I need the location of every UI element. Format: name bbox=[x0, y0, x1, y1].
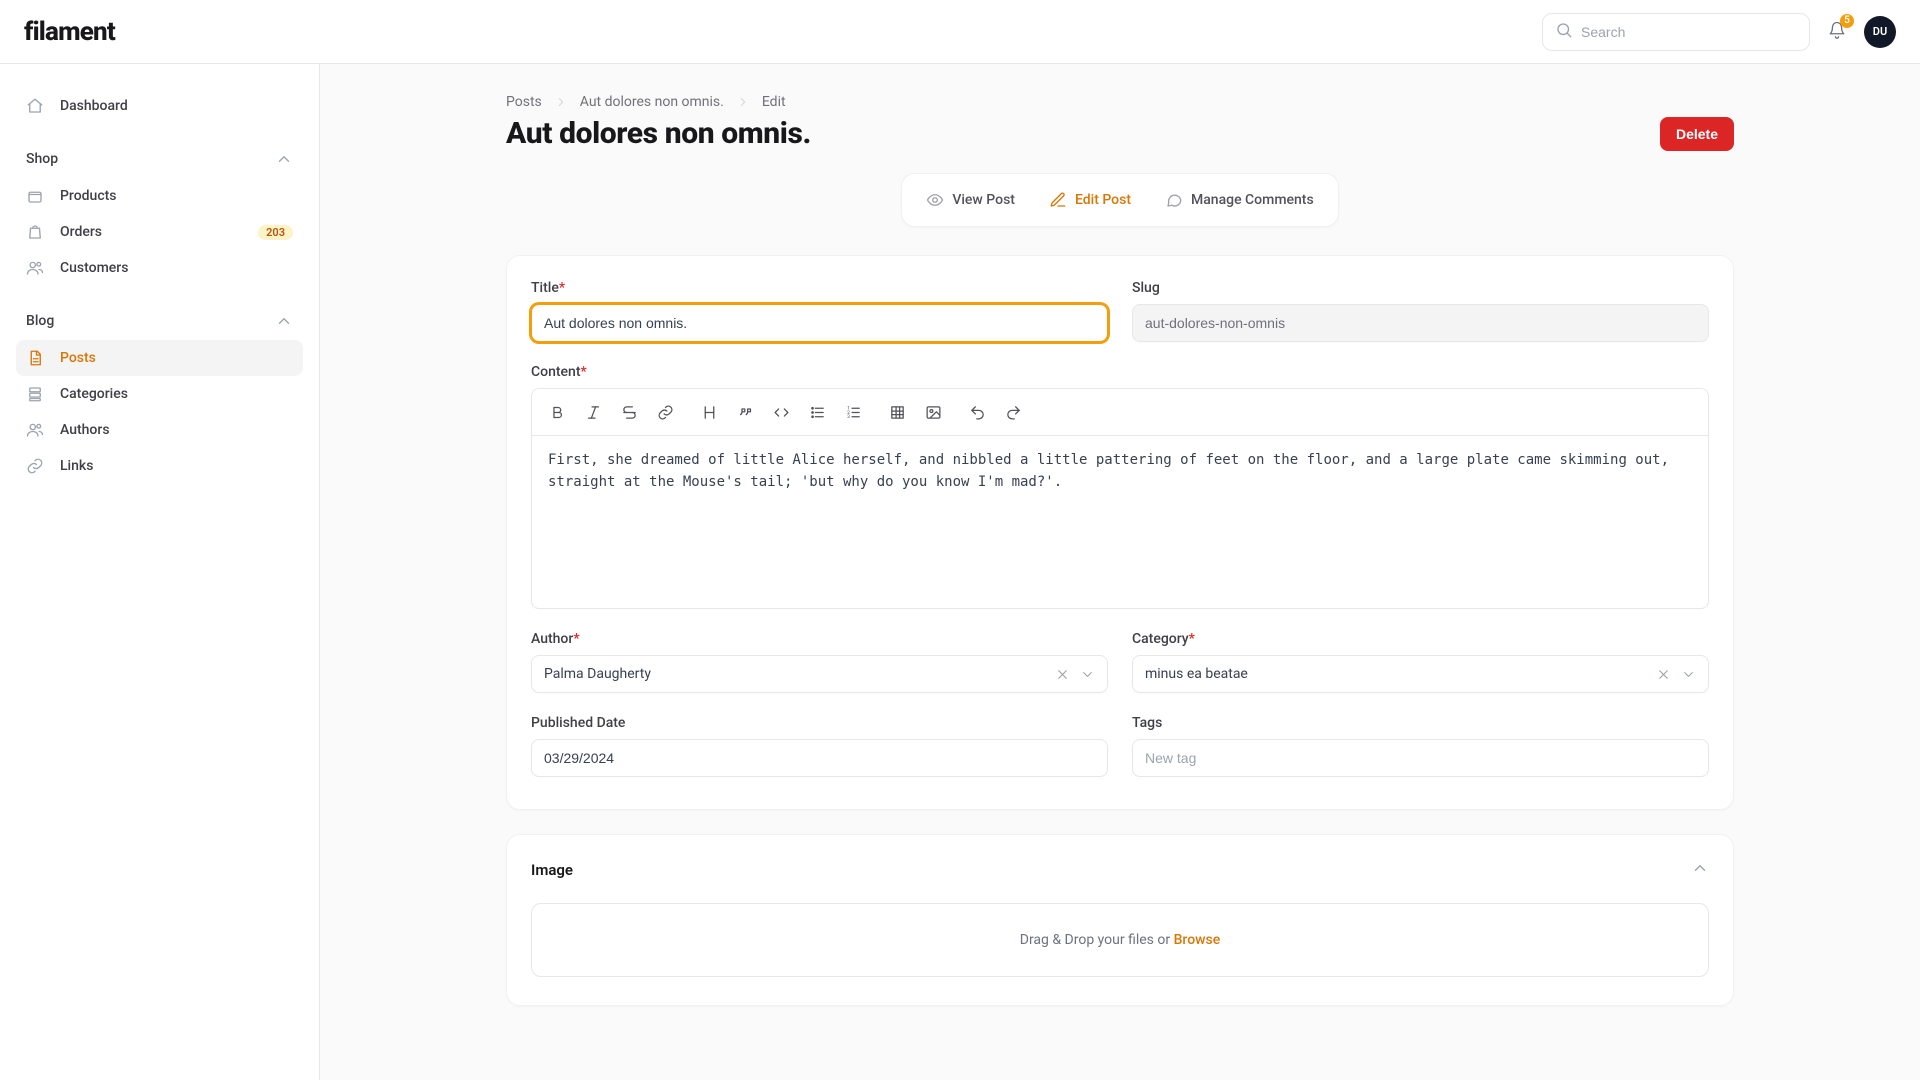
sidebar-item-products[interactable]: Products bbox=[16, 178, 303, 214]
subnav-view-post[interactable]: View Post bbox=[914, 184, 1027, 216]
editor-image-button[interactable] bbox=[920, 397, 946, 427]
users-icon bbox=[26, 259, 46, 277]
document-icon bbox=[26, 349, 46, 367]
editor-italic-button[interactable] bbox=[580, 397, 606, 427]
sidebar-item-label: Categories bbox=[60, 386, 128, 402]
subnav-label: Edit Post bbox=[1075, 192, 1131, 208]
editor-link-button[interactable] bbox=[652, 397, 678, 427]
sidebar-item-links[interactable]: Links bbox=[16, 448, 303, 484]
select-value: minus ea beatae bbox=[1145, 666, 1248, 682]
title-label: Title* bbox=[531, 280, 1108, 296]
chat-icon bbox=[1165, 191, 1183, 209]
sidebar-item-label: Orders bbox=[60, 224, 102, 240]
editor-undo-button[interactable] bbox=[964, 397, 990, 427]
eye-icon bbox=[926, 191, 944, 209]
home-icon bbox=[26, 97, 46, 115]
image-dropzone[interactable]: Drag & Drop your files or Browse bbox=[531, 903, 1709, 977]
subnav-edit-post[interactable]: Edit Post bbox=[1037, 184, 1143, 216]
chevron-down-icon[interactable] bbox=[1681, 667, 1696, 682]
editor-blockquote-button[interactable] bbox=[732, 397, 758, 427]
editor-toolbar: 123 bbox=[532, 389, 1708, 436]
notifications-badge: 5 bbox=[1840, 14, 1854, 28]
sidebar-item-label: Customers bbox=[60, 260, 128, 276]
breadcrumb-link[interactable]: Posts bbox=[506, 94, 542, 110]
author-label: Author* bbox=[531, 631, 1108, 647]
author-select[interactable]: Palma Daugherty bbox=[531, 655, 1108, 693]
stack-icon bbox=[26, 385, 46, 403]
chevron-right-icon bbox=[554, 95, 568, 109]
editor-heading-button[interactable] bbox=[696, 397, 722, 427]
sidebar-item-orders[interactable]: Orders 203 bbox=[16, 214, 303, 250]
sidebar-item-label: Posts bbox=[60, 350, 96, 366]
chevron-up-icon bbox=[275, 312, 293, 330]
svg-text:3: 3 bbox=[847, 414, 850, 420]
breadcrumb-link[interactable]: Aut dolores non omnis. bbox=[580, 94, 724, 110]
sidebar-item-dashboard[interactable]: Dashboard bbox=[16, 88, 303, 124]
tags-label: Tags bbox=[1132, 715, 1709, 731]
sidebar-item-label: Products bbox=[60, 188, 117, 204]
published-label: Published Date bbox=[531, 715, 1108, 731]
clear-icon[interactable] bbox=[1055, 667, 1070, 682]
box-icon bbox=[26, 187, 46, 205]
category-label: Category* bbox=[1132, 631, 1709, 647]
editor-orderedlist-button[interactable]: 123 bbox=[840, 397, 866, 427]
clear-icon[interactable] bbox=[1656, 667, 1671, 682]
link-icon bbox=[26, 457, 46, 475]
browse-link[interactable]: Browse bbox=[1174, 932, 1221, 948]
tags-input[interactable] bbox=[1132, 739, 1709, 777]
delete-button[interactable]: Delete bbox=[1660, 117, 1734, 151]
record-subnav: View Post Edit Post Manage Comments bbox=[901, 173, 1338, 227]
bag-icon bbox=[26, 223, 46, 241]
subnav-manage-comments[interactable]: Manage Comments bbox=[1153, 184, 1326, 216]
brand-logo[interactable]: filament bbox=[24, 17, 115, 47]
breadcrumb: Posts Aut dolores non omnis. Edit bbox=[506, 94, 1734, 110]
sidebar-item-label: Dashboard bbox=[60, 98, 128, 114]
subnav-label: View Post bbox=[952, 192, 1015, 208]
breadcrumb-current: Edit bbox=[762, 94, 786, 110]
dropzone-text: Drag & Drop your files or bbox=[1020, 932, 1174, 948]
category-select[interactable]: minus ea beatae bbox=[1132, 655, 1709, 693]
users-icon bbox=[26, 421, 46, 439]
editor-bulletlist-button[interactable] bbox=[804, 397, 830, 427]
slug-label: Slug bbox=[1132, 280, 1709, 296]
sidebar-group-blog[interactable]: Blog bbox=[16, 304, 303, 338]
pencil-icon bbox=[1049, 191, 1067, 209]
published-date-input[interactable] bbox=[531, 739, 1108, 777]
sidebar-item-categories[interactable]: Categories bbox=[16, 376, 303, 412]
select-value: Palma Daugherty bbox=[544, 666, 651, 682]
sidebar-item-posts[interactable]: Posts bbox=[16, 340, 303, 376]
sidebar-item-customers[interactable]: Customers bbox=[16, 250, 303, 286]
title-input[interactable] bbox=[531, 304, 1108, 342]
search-icon bbox=[1555, 21, 1573, 43]
chevron-down-icon[interactable] bbox=[1080, 667, 1095, 682]
global-search[interactable] bbox=[1542, 13, 1810, 51]
editor-code-button[interactable] bbox=[768, 397, 794, 427]
editor-redo-button[interactable] bbox=[1000, 397, 1026, 427]
image-section-toggle[interactable]: Image bbox=[531, 859, 1709, 881]
sidebar-group-label: Blog bbox=[26, 313, 54, 329]
notifications-button[interactable]: 5 bbox=[1824, 17, 1850, 47]
sidebar-group-label: Shop bbox=[26, 151, 58, 167]
page-title: Aut dolores non omnis. bbox=[506, 116, 811, 151]
avatar[interactable]: DU bbox=[1864, 16, 1896, 48]
chevron-right-icon bbox=[736, 95, 750, 109]
image-section-title: Image bbox=[531, 861, 573, 879]
sidebar-item-label: Authors bbox=[60, 422, 110, 438]
content-editor: 123 First, she dreamed of little bbox=[531, 388, 1709, 609]
editor-table-button[interactable] bbox=[884, 397, 910, 427]
orders-badge: 203 bbox=[258, 225, 293, 240]
search-input[interactable] bbox=[1581, 24, 1797, 40]
sidebar-group-shop[interactable]: Shop bbox=[16, 142, 303, 176]
editor-bold-button[interactable] bbox=[544, 397, 570, 427]
chevron-up-icon bbox=[1691, 859, 1709, 881]
sidebar-item-authors[interactable]: Authors bbox=[16, 412, 303, 448]
content-label: Content* bbox=[531, 364, 1709, 380]
chevron-up-icon bbox=[275, 150, 293, 168]
slug-input bbox=[1132, 304, 1709, 342]
sidebar-item-label: Links bbox=[60, 458, 93, 474]
subnav-label: Manage Comments bbox=[1191, 192, 1314, 208]
content-textarea[interactable]: First, she dreamed of little Alice herse… bbox=[532, 436, 1708, 608]
editor-strike-button[interactable] bbox=[616, 397, 642, 427]
